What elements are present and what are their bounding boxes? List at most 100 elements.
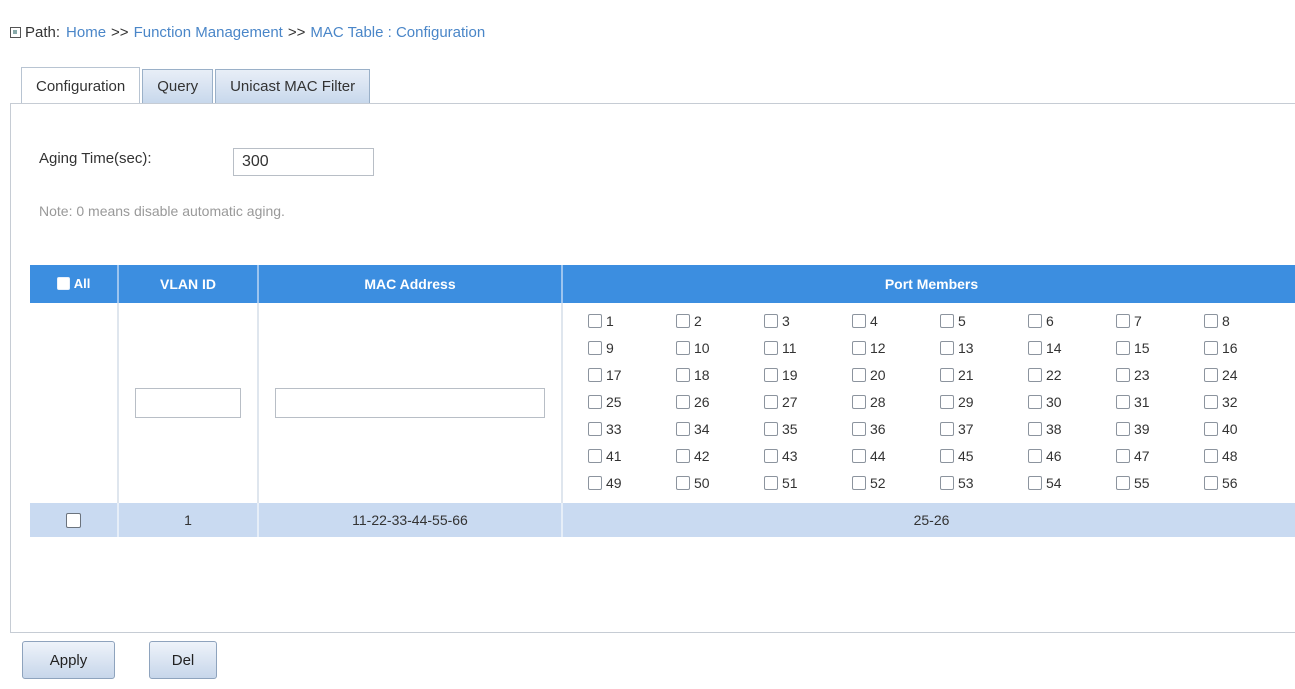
breadcrumb-mac-table-link[interactable]: MAC Table : Configuration <box>310 24 485 41</box>
port-checkbox[interactable] <box>852 476 866 490</box>
tab-configuration[interactable]: Configuration <box>21 67 141 104</box>
port-checkbox[interactable] <box>940 476 954 490</box>
port-checkbox[interactable] <box>852 341 866 355</box>
port-checkbox[interactable] <box>1116 314 1130 328</box>
port-22-option[interactable]: 22 <box>1028 363 1116 387</box>
port-2-option[interactable]: 2 <box>676 309 764 333</box>
port-35-option[interactable]: 35 <box>764 417 852 441</box>
port-checkbox[interactable] <box>764 449 778 463</box>
port-checkbox[interactable] <box>940 368 954 382</box>
port-51-option[interactable]: 51 <box>764 471 852 495</box>
port-checkbox[interactable] <box>852 449 866 463</box>
port-1-option[interactable]: 1 <box>588 309 676 333</box>
port-5-option[interactable]: 5 <box>940 309 1028 333</box>
port-45-option[interactable]: 45 <box>940 444 1028 468</box>
port-checkbox[interactable] <box>1028 341 1042 355</box>
port-checkbox[interactable] <box>588 341 602 355</box>
port-3-option[interactable]: 3 <box>764 309 852 333</box>
port-33-option[interactable]: 33 <box>588 417 676 441</box>
port-checkbox[interactable] <box>940 341 954 355</box>
tab-unicast-mac-filter[interactable]: Unicast MAC Filter <box>215 69 371 103</box>
port-checkbox[interactable] <box>852 368 866 382</box>
port-checkbox[interactable] <box>676 341 690 355</box>
port-49-option[interactable]: 49 <box>588 471 676 495</box>
port-8-option[interactable]: 8 <box>1204 309 1292 333</box>
port-checkbox[interactable] <box>1204 395 1218 409</box>
port-checkbox[interactable] <box>1204 476 1218 490</box>
port-checkbox[interactable] <box>764 314 778 328</box>
port-checkbox[interactable] <box>676 314 690 328</box>
port-17-option[interactable]: 17 <box>588 363 676 387</box>
port-20-option[interactable]: 20 <box>852 363 940 387</box>
port-41-option[interactable]: 41 <box>588 444 676 468</box>
port-54-option[interactable]: 54 <box>1028 471 1116 495</box>
port-13-option[interactable]: 13 <box>940 336 1028 360</box>
port-checkbox[interactable] <box>588 422 602 436</box>
port-44-option[interactable]: 44 <box>852 444 940 468</box>
port-7-option[interactable]: 7 <box>1116 309 1204 333</box>
port-checkbox[interactable] <box>1028 395 1042 409</box>
port-28-option[interactable]: 28 <box>852 390 940 414</box>
port-11-option[interactable]: 11 <box>764 336 852 360</box>
port-checkbox[interactable] <box>1028 314 1042 328</box>
select-all-checkbox[interactable] <box>56 276 70 290</box>
port-checkbox[interactable] <box>1028 422 1042 436</box>
delete-button[interactable]: Del <box>149 641 217 679</box>
port-checkbox[interactable] <box>1116 422 1130 436</box>
port-38-option[interactable]: 38 <box>1028 417 1116 441</box>
port-checkbox[interactable] <box>764 476 778 490</box>
port-25-option[interactable]: 25 <box>588 390 676 414</box>
port-23-option[interactable]: 23 <box>1116 363 1204 387</box>
port-34-option[interactable]: 34 <box>676 417 764 441</box>
port-55-option[interactable]: 55 <box>1116 471 1204 495</box>
port-19-option[interactable]: 19 <box>764 363 852 387</box>
port-checkbox[interactable] <box>764 341 778 355</box>
port-checkbox[interactable] <box>588 395 602 409</box>
port-checkbox[interactable] <box>1204 314 1218 328</box>
port-36-option[interactable]: 36 <box>852 417 940 441</box>
port-checkbox[interactable] <box>852 395 866 409</box>
port-4-option[interactable]: 4 <box>852 309 940 333</box>
port-30-option[interactable]: 30 <box>1028 390 1116 414</box>
mac-address-input[interactable] <box>275 388 545 418</box>
port-checkbox[interactable] <box>852 422 866 436</box>
port-checkbox[interactable] <box>940 395 954 409</box>
row-checkbox[interactable] <box>66 513 81 529</box>
port-checkbox[interactable] <box>1116 476 1130 490</box>
port-checkbox[interactable] <box>1204 449 1218 463</box>
port-47-option[interactable]: 47 <box>1116 444 1204 468</box>
port-26-option[interactable]: 26 <box>676 390 764 414</box>
port-checkbox[interactable] <box>1116 395 1130 409</box>
port-checkbox[interactable] <box>1204 341 1218 355</box>
port-checkbox[interactable] <box>852 314 866 328</box>
port-checkbox[interactable] <box>676 395 690 409</box>
port-12-option[interactable]: 12 <box>852 336 940 360</box>
port-checkbox[interactable] <box>1204 422 1218 436</box>
port-18-option[interactable]: 18 <box>676 363 764 387</box>
port-checkbox[interactable] <box>764 422 778 436</box>
port-39-option[interactable]: 39 <box>1116 417 1204 441</box>
port-52-option[interactable]: 52 <box>852 471 940 495</box>
port-46-option[interactable]: 46 <box>1028 444 1116 468</box>
tab-query[interactable]: Query <box>142 69 214 103</box>
port-32-option[interactable]: 32 <box>1204 390 1292 414</box>
port-checkbox[interactable] <box>1116 449 1130 463</box>
vlan-id-input[interactable] <box>135 388 241 418</box>
port-checkbox[interactable] <box>1116 341 1130 355</box>
port-checkbox[interactable] <box>676 368 690 382</box>
breadcrumb-home-link[interactable]: Home <box>66 24 106 41</box>
port-checkbox[interactable] <box>1028 476 1042 490</box>
port-53-option[interactable]: 53 <box>940 471 1028 495</box>
port-40-option[interactable]: 40 <box>1204 417 1292 441</box>
port-56-option[interactable]: 56 <box>1204 471 1292 495</box>
port-checkbox[interactable] <box>588 476 602 490</box>
port-checkbox[interactable] <box>1028 449 1042 463</box>
port-27-option[interactable]: 27 <box>764 390 852 414</box>
port-checkbox[interactable] <box>1204 368 1218 382</box>
port-21-option[interactable]: 21 <box>940 363 1028 387</box>
apply-button[interactable]: Apply <box>22 641 115 679</box>
port-checkbox[interactable] <box>676 422 690 436</box>
port-48-option[interactable]: 48 <box>1204 444 1292 468</box>
port-checkbox[interactable] <box>588 449 602 463</box>
port-checkbox[interactable] <box>1116 368 1130 382</box>
